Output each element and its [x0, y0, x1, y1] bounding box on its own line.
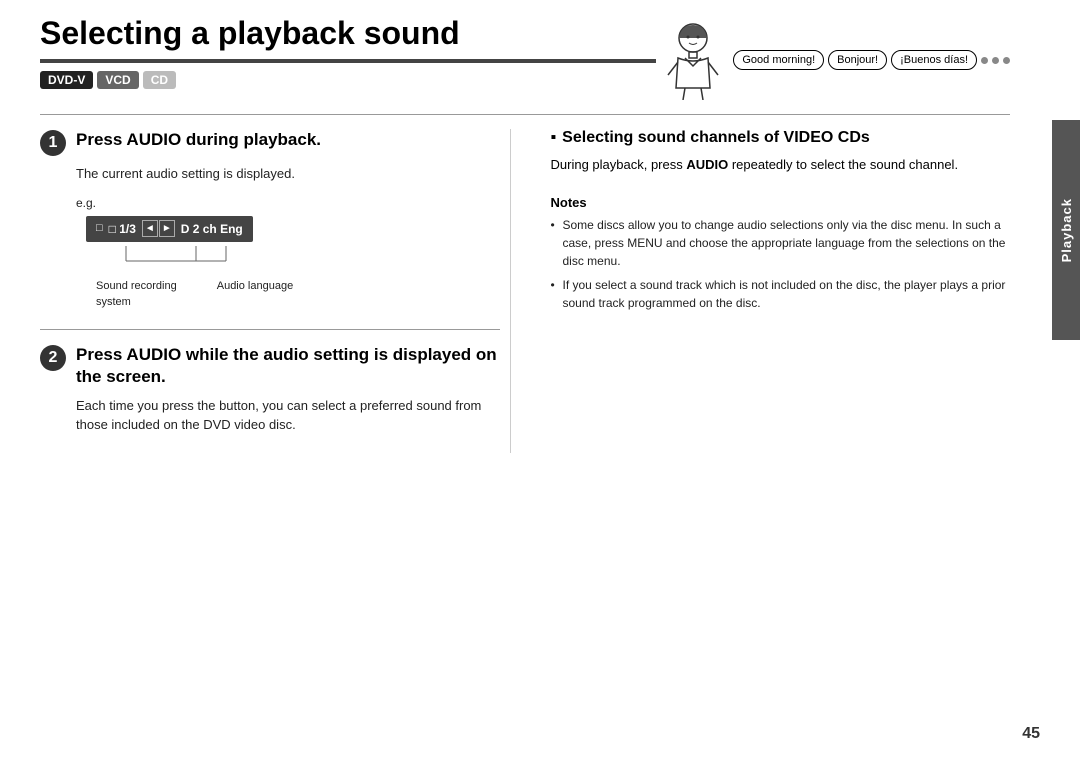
- audio-display-area: e.g. □ □ 1/3 ◄ ► D 2 ch: [76, 194, 500, 311]
- step-1-body: The current audio setting is displayed. …: [76, 164, 500, 311]
- notes-title: Notes: [551, 195, 1011, 210]
- page-number: 45: [1022, 725, 1040, 743]
- note-1: Some discs allow you to change audio sel…: [551, 216, 1011, 270]
- badge-vcd: VCD: [97, 71, 138, 89]
- page-title: Selecting a playback sound: [40, 16, 656, 51]
- section-divider: [40, 114, 1010, 115]
- right-section-text1: During playback, press: [551, 157, 687, 172]
- step-2-description: Each time you press the button, you can …: [76, 396, 500, 435]
- step-1-block: 1 Press AUDIO during playback. The curre…: [40, 129, 500, 311]
- note-2: If you select a sound track which is not…: [551, 276, 1011, 312]
- audio-icon: □: [96, 220, 103, 237]
- dot-3: [1003, 57, 1010, 64]
- label-audio-language: Audio language: [217, 278, 293, 311]
- step-2-body: Each time you press the button, you can …: [76, 396, 500, 435]
- title-bar: [40, 59, 656, 63]
- step-2-block: 2 Press AUDIO while the audio setting is…: [40, 344, 500, 435]
- right-section-header: ▪ Selecting sound channels of VIDEO CDs: [551, 129, 1011, 147]
- right-section-text2: repeatedly to select the sound channel.: [728, 157, 958, 172]
- format-badges: DVD-V VCD CD: [40, 71, 656, 89]
- character-svg: [656, 20, 731, 100]
- speech-bubble-2: Bonjour!: [828, 50, 887, 70]
- step-1-title: Press AUDIO during playback.: [76, 129, 321, 151]
- col-right: ▪ Selecting sound channels of VIDEO CDs …: [541, 129, 1011, 453]
- step-1-description: The current audio setting is displayed.: [76, 164, 500, 184]
- step-1-header: 1 Press AUDIO during playback.: [40, 129, 500, 156]
- eg-label: e.g.: [76, 194, 500, 212]
- step-1-number: 1: [40, 130, 66, 156]
- two-col-layout: 1 Press AUDIO during playback. The curre…: [40, 129, 1010, 453]
- right-section-title: Selecting sound channels of VIDEO CDs: [562, 129, 870, 147]
- dot-2: [992, 57, 999, 64]
- notes-list: Some discs allow you to change audio sel…: [551, 216, 1011, 312]
- step-2-number: 2: [40, 345, 66, 371]
- header: Selecting a playback sound DVD-V VCD CD: [40, 0, 1010, 100]
- step-2-header: 2 Press AUDIO while the audio setting is…: [40, 344, 500, 388]
- character-area: Good morning! Bonjour! ¡Buenos días!: [656, 20, 1010, 100]
- section-bullet: ▪: [551, 129, 557, 147]
- bubble-dots: [981, 57, 1010, 64]
- badge-cd: CD: [143, 71, 176, 89]
- dot-1: [981, 57, 988, 64]
- display-text2: D 2 ch Eng: [181, 220, 243, 238]
- right-section-bold: AUDIO: [686, 157, 728, 172]
- speech-bubbles: Good morning! Bonjour! ¡Buenos días!: [733, 50, 1010, 70]
- badge-dvd-v: DVD-V: [40, 71, 93, 89]
- sidebar-tab: Playback: [1052, 120, 1080, 340]
- right-section-paragraph: During playback, press AUDIO repeatedly …: [551, 155, 1011, 175]
- step-2-title: Press AUDIO while the audio setting is d…: [76, 344, 500, 388]
- display-text1: □ 1/3: [109, 220, 136, 238]
- speech-bubble-3: ¡Buenos días!: [891, 50, 977, 70]
- sidebar-label: Playback: [1059, 198, 1074, 262]
- label-sound-recording: Sound recording system: [96, 278, 177, 311]
- notes-section: Notes Some discs allow you to change aud…: [551, 195, 1011, 312]
- audio-display: □ □ 1/3 ◄ ► D 2 ch Eng: [86, 216, 253, 242]
- arrows: ◄ ►: [142, 220, 175, 237]
- col-left: 1 Press AUDIO during playback. The curre…: [40, 129, 511, 453]
- speech-bubble-1: Good morning!: [733, 50, 824, 70]
- step-divider: [40, 329, 500, 330]
- right-section-body: During playback, press AUDIO repeatedly …: [551, 155, 1011, 175]
